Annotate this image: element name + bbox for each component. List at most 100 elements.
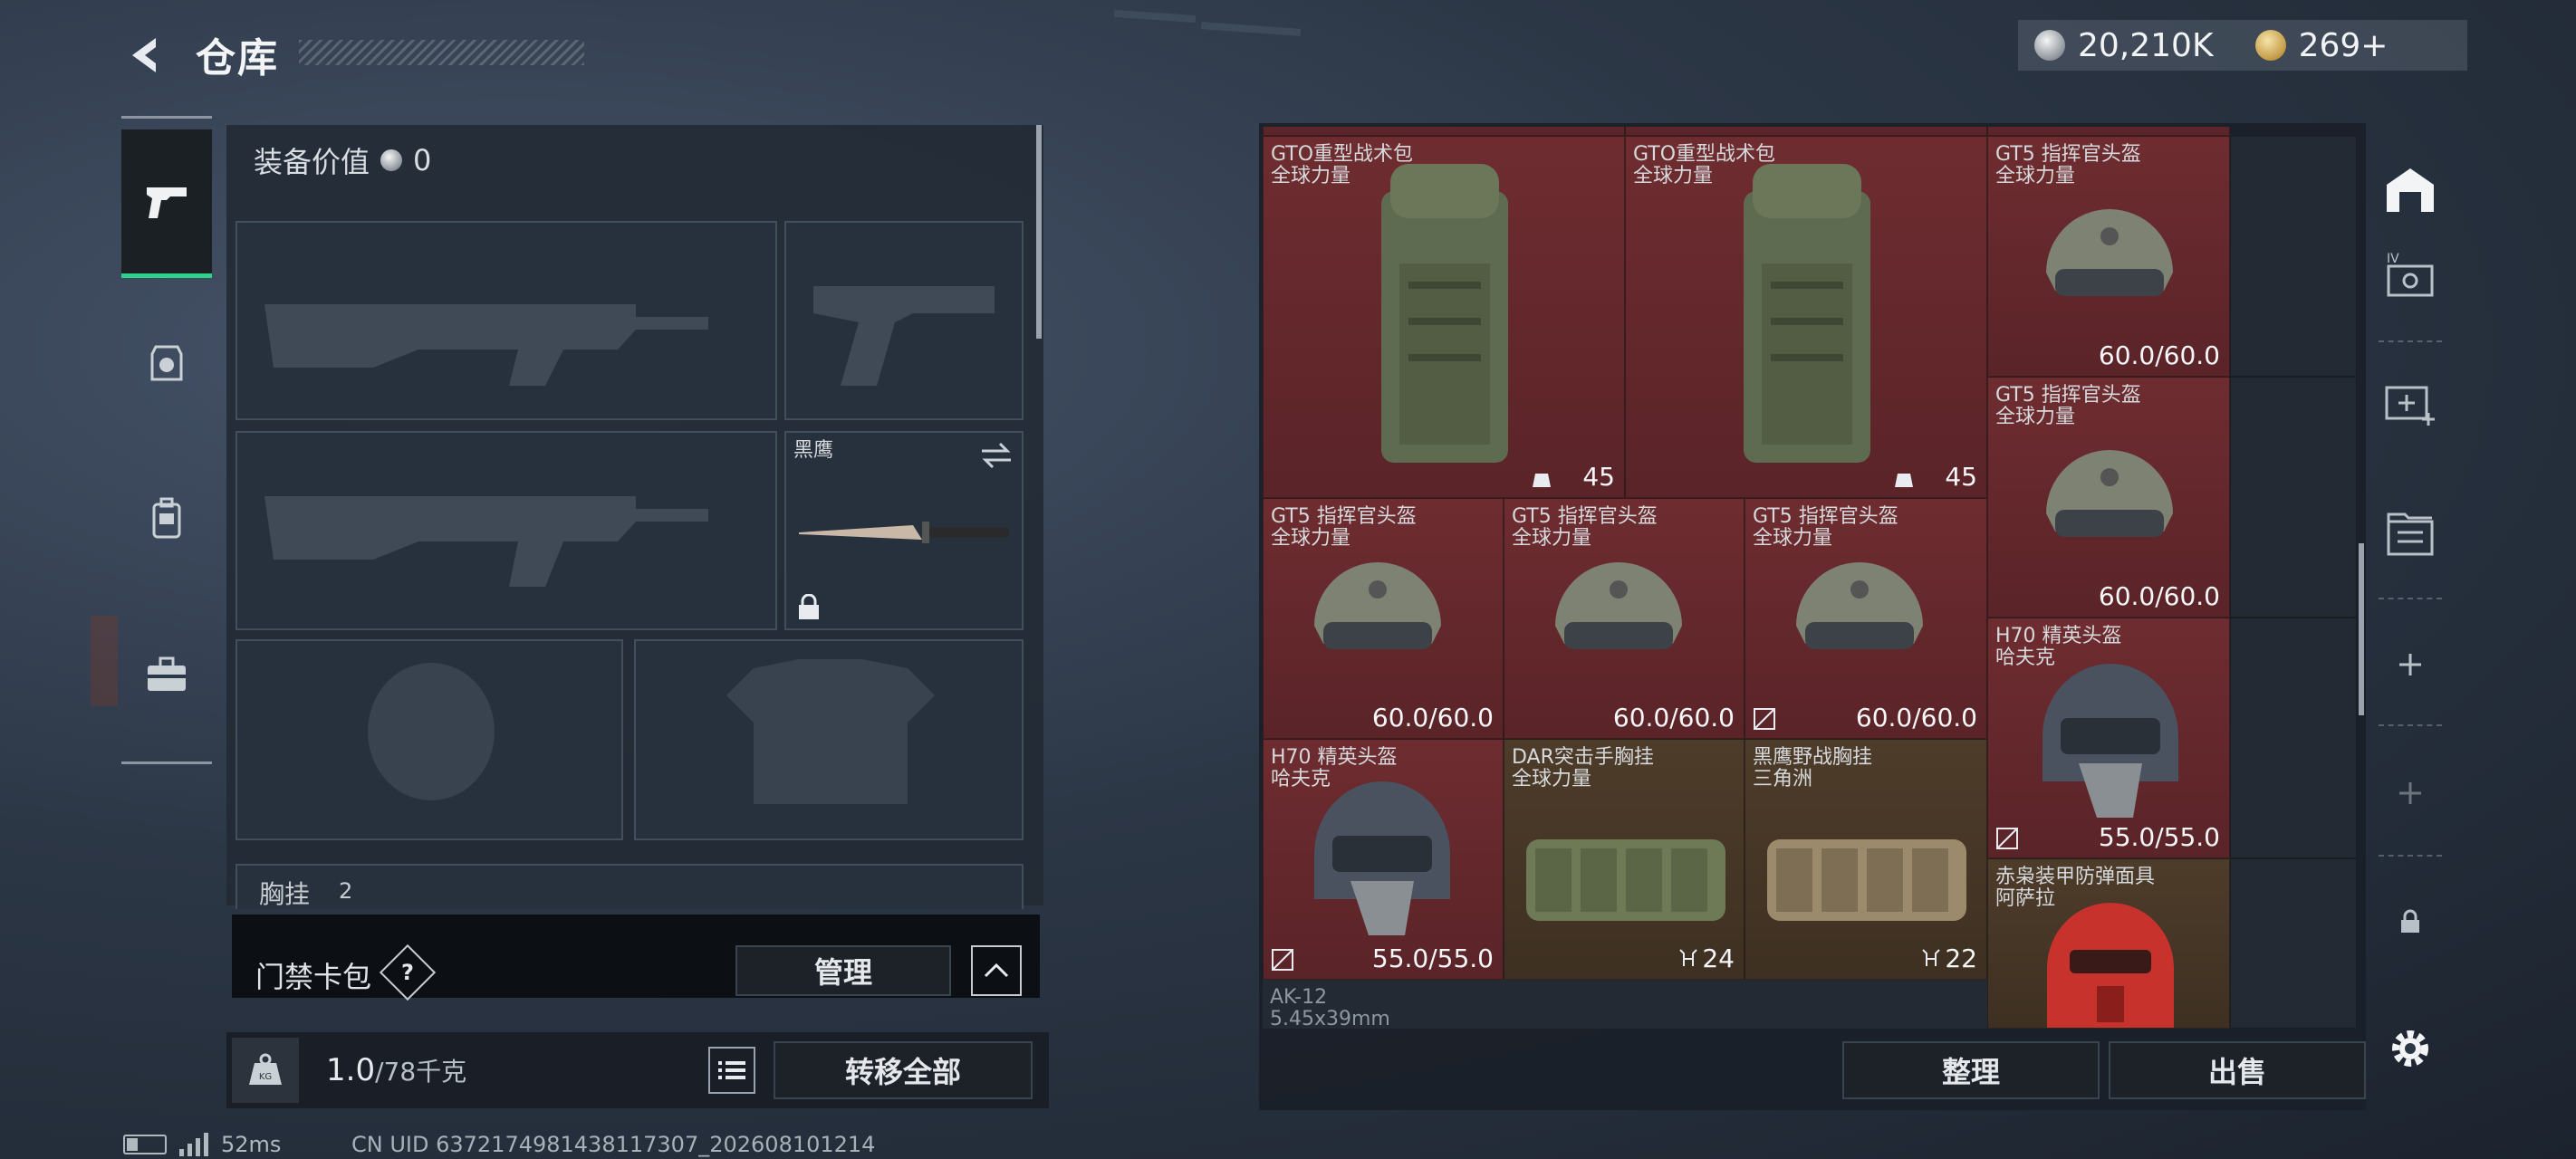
- storage-item[interactable]: GTO重型战术包 全球力量 45: [1625, 136, 1987, 498]
- background-cone: [91, 616, 118, 706]
- gold-amount[interactable]: 269+: [2299, 27, 2389, 64]
- storage-item[interactable]: H70 精英头盔 哈夫克 55.0/55.0: [1987, 618, 2230, 858]
- tab-armor[interactable]: [121, 291, 212, 436]
- separator: [2379, 855, 2442, 857]
- storage-grid: GTO重型战术包 全球力量 45 GTO重型战术包 全球力量 45 GT5 指挥官头…: [1263, 127, 2357, 1029]
- empty-cell[interactable]: [2230, 858, 2357, 1029]
- equipment-value: 装备价值 0: [254, 139, 431, 181]
- title-decoration: [299, 40, 584, 65]
- helmet-slot[interactable]: [235, 639, 623, 840]
- helmet-icon: [2046, 209, 2173, 296]
- status-bar: 52ms: [123, 1132, 281, 1157]
- red-mask-icon: [2047, 903, 2174, 1028]
- settings-button[interactable]: [2373, 1012, 2447, 1085]
- empty-cell[interactable]: [2230, 136, 2357, 377]
- melee-slot[interactable]: 黑鹰: [784, 431, 1024, 630]
- left-tab-bar: [121, 116, 212, 764]
- tab-storage-4[interactable]: IV: [2373, 237, 2447, 310]
- item-name: AK-12 5.45x39mm: [1270, 986, 1390, 1030]
- empty-cell[interactable]: [2230, 618, 2357, 858]
- chest-rig-icon: [1526, 839, 1725, 921]
- background-light: [1200, 22, 1302, 36]
- silver-coin-icon: [380, 149, 403, 171]
- storage-item[interactable]: GT5 指挥官头盔 全球力量 60.0/60.0: [1987, 377, 2230, 618]
- storage-item[interactable]: 赤枭装甲防弹面具 阿萨拉: [1987, 858, 2230, 1029]
- storage-item[interactable]: 黑鹰野战胸挂 三角洲 22: [1745, 739, 1987, 980]
- storage-item[interactable]: GT5 指挥官头盔 全球力量 60.0/60.0: [1745, 498, 1987, 739]
- expand-button[interactable]: [971, 945, 1022, 996]
- list-icon: [718, 1061, 745, 1079]
- weight-badge-icon: [1895, 474, 1913, 487]
- storage-item-peek[interactable]: [1263, 127, 1625, 136]
- rifle-silhouette-icon: [264, 496, 708, 587]
- tab-backpack[interactable]: [121, 446, 212, 591]
- add-tab-button[interactable]: [2373, 628, 2447, 701]
- helmet-icon: [2046, 450, 2173, 537]
- storage-item[interactable]: DAR突击手胸挂 全球力量 24: [1504, 739, 1745, 980]
- access-card-label: 门禁卡包: [255, 960, 372, 994]
- sort-button[interactable]: 整理: [1842, 1041, 2100, 1099]
- tab-case[interactable]: [121, 602, 212, 747]
- durability: 55.0/55.0: [2098, 822, 2220, 852]
- secondary-weapon-slot[interactable]: [235, 431, 777, 630]
- storage-scrollbar[interactable]: [2359, 543, 2364, 715]
- storage-item[interactable]: GT5 指挥官头盔 全球力量 60.0/60.0: [1987, 136, 2230, 377]
- item-name: GT5 指挥官头盔 全球力量: [1995, 143, 2141, 187]
- durability: 60.0/60.0: [1371, 703, 1494, 733]
- item-name: GT5 指挥官头盔 全球力量: [1995, 384, 2141, 428]
- manage-button[interactable]: 管理: [735, 945, 951, 996]
- pistol-slot[interactable]: [784, 221, 1024, 420]
- slots-badge-icon: [1922, 949, 1940, 966]
- storage-item[interactable]: GTO重型战术包 全球力量 45: [1263, 136, 1625, 498]
- chest-rig-slot[interactable]: 胸挂 2: [235, 864, 1024, 909]
- slots-badge-icon: [1679, 949, 1697, 966]
- back-icon[interactable]: [123, 33, 168, 78]
- item-count: 45: [1582, 462, 1615, 492]
- item-name: GT5 指挥官头盔 全球力量: [1271, 505, 1417, 550]
- tab-storage-list[interactable]: [2373, 496, 2447, 569]
- body-armor-slot[interactable]: [634, 639, 1024, 840]
- currency-bar: 20,210K 269+: [2018, 20, 2467, 71]
- list-view-button[interactable]: [708, 1047, 755, 1094]
- item-capacity: 22: [1945, 943, 1977, 973]
- tab-warehouse[interactable]: [2373, 154, 2447, 226]
- storage-item[interactable]: AK-12 5.45x39mm: [1263, 980, 1987, 1029]
- chest-rig-icon: [1767, 839, 1966, 921]
- weight-icon: KG: [232, 1038, 299, 1103]
- locked-tab[interactable]: [2373, 886, 2447, 958]
- tab-add-storage[interactable]: [2373, 366, 2447, 438]
- gear-icon: [2392, 1030, 2428, 1067]
- folder-stack-icon: [2387, 512, 2434, 556]
- primary-weapon-slot[interactable]: [235, 221, 777, 420]
- plus-icon: [2399, 654, 2421, 675]
- storage-item-peek[interactable]: [1987, 127, 2230, 136]
- storage-item[interactable]: GT5 指挥官头盔 全球力量 60.0/60.0: [1263, 498, 1504, 739]
- weight-value: 1.0: [326, 1052, 376, 1088]
- tab-weapons[interactable]: [121, 129, 212, 278]
- chevron-up-icon: [984, 963, 1009, 978]
- svg-text:KG: KG: [259, 1072, 272, 1082]
- chest-rig-count: 2: [339, 878, 353, 904]
- helmet-silhouette-icon: [368, 663, 495, 800]
- durability: 60.0/60.0: [2098, 581, 2220, 611]
- no-repair-icon: [1754, 708, 1775, 730]
- lock-icon: [2401, 909, 2419, 933]
- empty-cell[interactable]: [2230, 377, 2357, 618]
- storage-item[interactable]: GT5 指挥官头盔 全球力量 60.0/60.0: [1504, 498, 1745, 739]
- no-repair-icon: [1272, 949, 1293, 971]
- storage-item[interactable]: H70 精英头盔 哈夫克 55.0/55.0: [1263, 739, 1504, 980]
- sell-button[interactable]: 出售: [2109, 1041, 2366, 1099]
- storage-item-peek[interactable]: [1625, 127, 1987, 136]
- silver-amount: 20,210K: [2078, 26, 2214, 64]
- scrollbar[interactable]: [1036, 125, 1042, 339]
- silver-coin-icon: [2034, 30, 2065, 61]
- swap-icon: [982, 442, 1011, 469]
- gold-coin-icon: [2254, 30, 2286, 61]
- lock-icon: [799, 594, 819, 619]
- add-tab-button[interactable]: [2373, 757, 2447, 829]
- add-storage-icon: [2385, 386, 2435, 426]
- transfer-all-button[interactable]: 转移全部: [774, 1041, 1033, 1099]
- helmet-icon: [1796, 562, 1923, 649]
- warehouse-icon: [2387, 168, 2434, 212]
- equipment-value-label: 装备价值: [254, 145, 370, 179]
